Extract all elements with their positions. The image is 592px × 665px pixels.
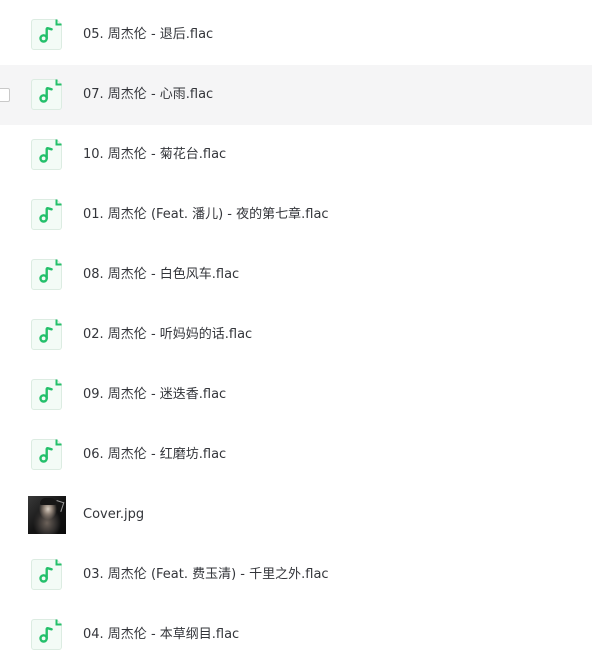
file-name[interactable]: 06. 周杰伦 - 红磨坊.flac	[83, 446, 226, 464]
music-file-icon	[31, 79, 62, 110]
music-file-icon	[31, 19, 62, 50]
file-name[interactable]: 08. 周杰伦 - 白色风车.flac	[83, 266, 239, 284]
music-file-icon	[31, 619, 62, 650]
music-file-icon	[31, 139, 62, 170]
file-name[interactable]: 01. 周杰伦 (Feat. 潘儿) - 夜的第七章.flac	[83, 206, 329, 224]
file-row[interactable]: 09. 周杰伦 - 迷迭香.flac	[0, 365, 592, 425]
music-file-icon	[31, 259, 62, 290]
music-file-icon	[31, 379, 62, 410]
file-row[interactable]: 04. 周杰伦 - 本草纲目.flac	[0, 605, 592, 665]
file-name[interactable]: 05. 周杰伦 - 退后.flac	[83, 26, 213, 44]
file-row[interactable]: 03. 周杰伦 (Feat. 费玉清) - 千里之外.flac	[0, 545, 592, 605]
file-row[interactable]: 02. 周杰伦 - 听妈妈的话.flac	[0, 305, 592, 365]
file-list: 05. 周杰伦 - 退后.flac 07. 周杰伦 - 心雨.flac 10. …	[0, 5, 592, 665]
select-checkbox[interactable]	[0, 88, 10, 102]
music-file-icon	[31, 559, 62, 590]
file-name[interactable]: 09. 周杰伦 - 迷迭香.flac	[83, 386, 226, 404]
file-name[interactable]: 02. 周杰伦 - 听妈妈的话.flac	[83, 326, 252, 344]
file-row[interactable]: 08. 周杰伦 - 白色风车.flac	[0, 245, 592, 305]
file-row[interactable]: 07. 周杰伦 - 心雨.flac	[0, 65, 592, 125]
music-file-icon	[31, 439, 62, 470]
file-name[interactable]: Cover.jpg	[83, 506, 144, 524]
file-row[interactable]: Cover.jpg	[0, 485, 592, 545]
file-name[interactable]: 07. 周杰伦 - 心雨.flac	[83, 86, 213, 104]
file-row[interactable]: 05. 周杰伦 - 退后.flac	[0, 5, 592, 65]
image-thumbnail	[28, 496, 66, 534]
file-name[interactable]: 04. 周杰伦 - 本草纲目.flac	[83, 626, 239, 644]
music-file-icon	[31, 319, 62, 350]
file-row[interactable]: 06. 周杰伦 - 红磨坊.flac	[0, 425, 592, 485]
file-name[interactable]: 10. 周杰伦 - 菊花台.flac	[83, 146, 226, 164]
file-row[interactable]: 10. 周杰伦 - 菊花台.flac	[0, 125, 592, 185]
music-file-icon	[31, 199, 62, 230]
file-name[interactable]: 03. 周杰伦 (Feat. 费玉清) - 千里之外.flac	[83, 566, 329, 584]
file-row[interactable]: 01. 周杰伦 (Feat. 潘儿) - 夜的第七章.flac	[0, 185, 592, 245]
